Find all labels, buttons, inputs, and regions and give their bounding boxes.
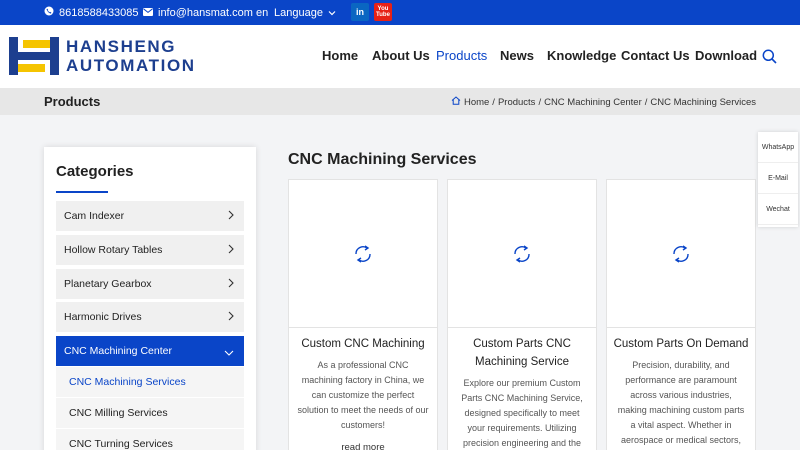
whatsapp-button[interactable]: WhatsApp bbox=[758, 132, 798, 163]
linkedin-icon[interactable]: in bbox=[351, 3, 369, 21]
email-contact[interactable]: info@hansmat.com bbox=[143, 0, 253, 25]
lang-code: en bbox=[256, 0, 268, 25]
categories-sidebar: Categories Cam Indexer Hollow Rotary Tab… bbox=[44, 147, 256, 450]
chevron-right-icon bbox=[228, 278, 234, 291]
logo-mark-icon bbox=[9, 37, 59, 75]
nav-contact-us[interactable]: Contact Us bbox=[621, 48, 690, 63]
product-description: As a professional CNC machining factory … bbox=[297, 360, 429, 430]
product-title[interactable]: Custom CNC Machining bbox=[295, 335, 431, 353]
category-planetary-gearbox[interactable]: Planetary Gearbox bbox=[56, 269, 244, 299]
chevron-right-icon bbox=[228, 311, 234, 324]
nav-about-us[interactable]: About Us bbox=[372, 48, 430, 63]
categories-title: Categories bbox=[56, 163, 134, 180]
phone-contact[interactable]: 8618588433085 bbox=[44, 0, 139, 25]
category-label: Planetary Gearbox bbox=[64, 278, 152, 290]
loading-spinner-icon bbox=[355, 244, 371, 263]
nav-home[interactable]: Home bbox=[322, 48, 358, 63]
category-label: Hollow Rotary Tables bbox=[64, 244, 163, 256]
phone-icon bbox=[44, 6, 54, 19]
category-cam-indexer[interactable]: Cam Indexer bbox=[56, 201, 244, 231]
breadcrumb-separator: / bbox=[538, 96, 542, 108]
email-button[interactable]: E-Mail bbox=[758, 163, 798, 194]
search-icon[interactable] bbox=[762, 49, 777, 69]
floating-contact-bar: WhatsApp E-Mail Wechat bbox=[758, 132, 798, 227]
email-address: info@hansmat.com bbox=[158, 6, 253, 19]
breadcrumb-separator: / bbox=[644, 96, 648, 108]
mail-icon bbox=[143, 7, 153, 19]
product-card[interactable]: Custom Parts CNC Machining Service Explo… bbox=[447, 179, 597, 450]
section-title: CNC Machining Services bbox=[288, 151, 477, 168]
chevron-down-icon bbox=[224, 347, 234, 359]
category-label: CNC Machining Center bbox=[64, 345, 172, 357]
product-image[interactable] bbox=[607, 180, 755, 328]
loading-spinner-icon bbox=[514, 244, 530, 263]
language-label: Language bbox=[274, 6, 323, 19]
breadcrumb-products[interactable]: Products bbox=[498, 97, 536, 108]
category-label: Harmonic Drives bbox=[64, 311, 142, 323]
subcategory-cnc-milling-services[interactable]: CNC Milling Services bbox=[56, 398, 244, 428]
breadcrumb-home[interactable]: Home bbox=[464, 97, 489, 108]
page-title: Products bbox=[44, 94, 101, 109]
category-cnc-machining-center[interactable]: CNC Machining Center bbox=[56, 336, 244, 366]
nav-download[interactable]: Download bbox=[695, 48, 757, 63]
read-more-link[interactable]: read more bbox=[289, 442, 437, 450]
loading-spinner-icon bbox=[673, 244, 689, 263]
lang-code-text: en bbox=[256, 6, 269, 19]
breadcrumb-current: CNC Machining Services bbox=[650, 96, 756, 108]
chevron-down-icon bbox=[328, 7, 336, 19]
product-title[interactable]: Custom Parts On Demand bbox=[613, 335, 749, 353]
phone-number: 8618588433085 bbox=[59, 6, 139, 19]
breadcrumb-separator: / bbox=[492, 96, 495, 108]
youtube-icon[interactable]: You Tube bbox=[374, 3, 392, 21]
chevron-right-icon bbox=[228, 244, 234, 257]
nav-products[interactable]: Products bbox=[436, 48, 487, 63]
product-image[interactable] bbox=[448, 180, 596, 328]
nav-knowledge[interactable]: Knowledge bbox=[547, 48, 616, 63]
brand-name: HANSHENG AUTOMATION bbox=[66, 37, 196, 75]
chevron-right-icon bbox=[228, 210, 234, 223]
brand-logo[interactable] bbox=[9, 37, 59, 75]
brand-line2: AUTOMATION bbox=[66, 56, 196, 75]
wechat-button[interactable]: Wechat bbox=[758, 194, 798, 225]
subcategory-cnc-turning-services[interactable]: CNC Turning Services bbox=[56, 429, 244, 450]
product-image[interactable] bbox=[289, 180, 437, 328]
nav-news[interactable]: News bbox=[500, 48, 534, 63]
category-harmonic-drives[interactable]: Harmonic Drives bbox=[56, 302, 244, 332]
title-underline bbox=[56, 191, 108, 193]
product-title[interactable]: Custom Parts CNC Machining Service bbox=[454, 335, 590, 371]
page-header-band: Products Home / Products / CNC Machining… bbox=[0, 88, 800, 115]
subcategory-cnc-machining-services[interactable]: CNC Machining Services bbox=[56, 367, 244, 397]
site-header: HANSHENG AUTOMATION Home About Us Produc… bbox=[0, 25, 800, 88]
language-dropdown[interactable]: Language bbox=[274, 0, 336, 25]
brand-line1: HANSHENG bbox=[66, 37, 177, 56]
product-card[interactable]: Custom Parts On Demand Precision, durabi… bbox=[606, 179, 756, 450]
product-card[interactable]: Custom CNC Machining As a professional C… bbox=[288, 179, 438, 450]
product-description: Precision, durability, and performance a… bbox=[617, 360, 745, 445]
product-description: Explore our premium Custom Parts CNC Mac… bbox=[461, 378, 583, 448]
category-label: Cam Indexer bbox=[64, 210, 125, 222]
home-icon bbox=[451, 96, 461, 108]
category-hollow-rotary-tables[interactable]: Hollow Rotary Tables bbox=[56, 235, 244, 265]
top-bar: 8618588433085 info@hansmat.com en Langua… bbox=[0, 0, 800, 25]
breadcrumb-cnc-machining-center[interactable]: CNC Machining Center bbox=[544, 97, 642, 108]
breadcrumb: Home / Products / CNC Machining Center /… bbox=[451, 96, 756, 108]
